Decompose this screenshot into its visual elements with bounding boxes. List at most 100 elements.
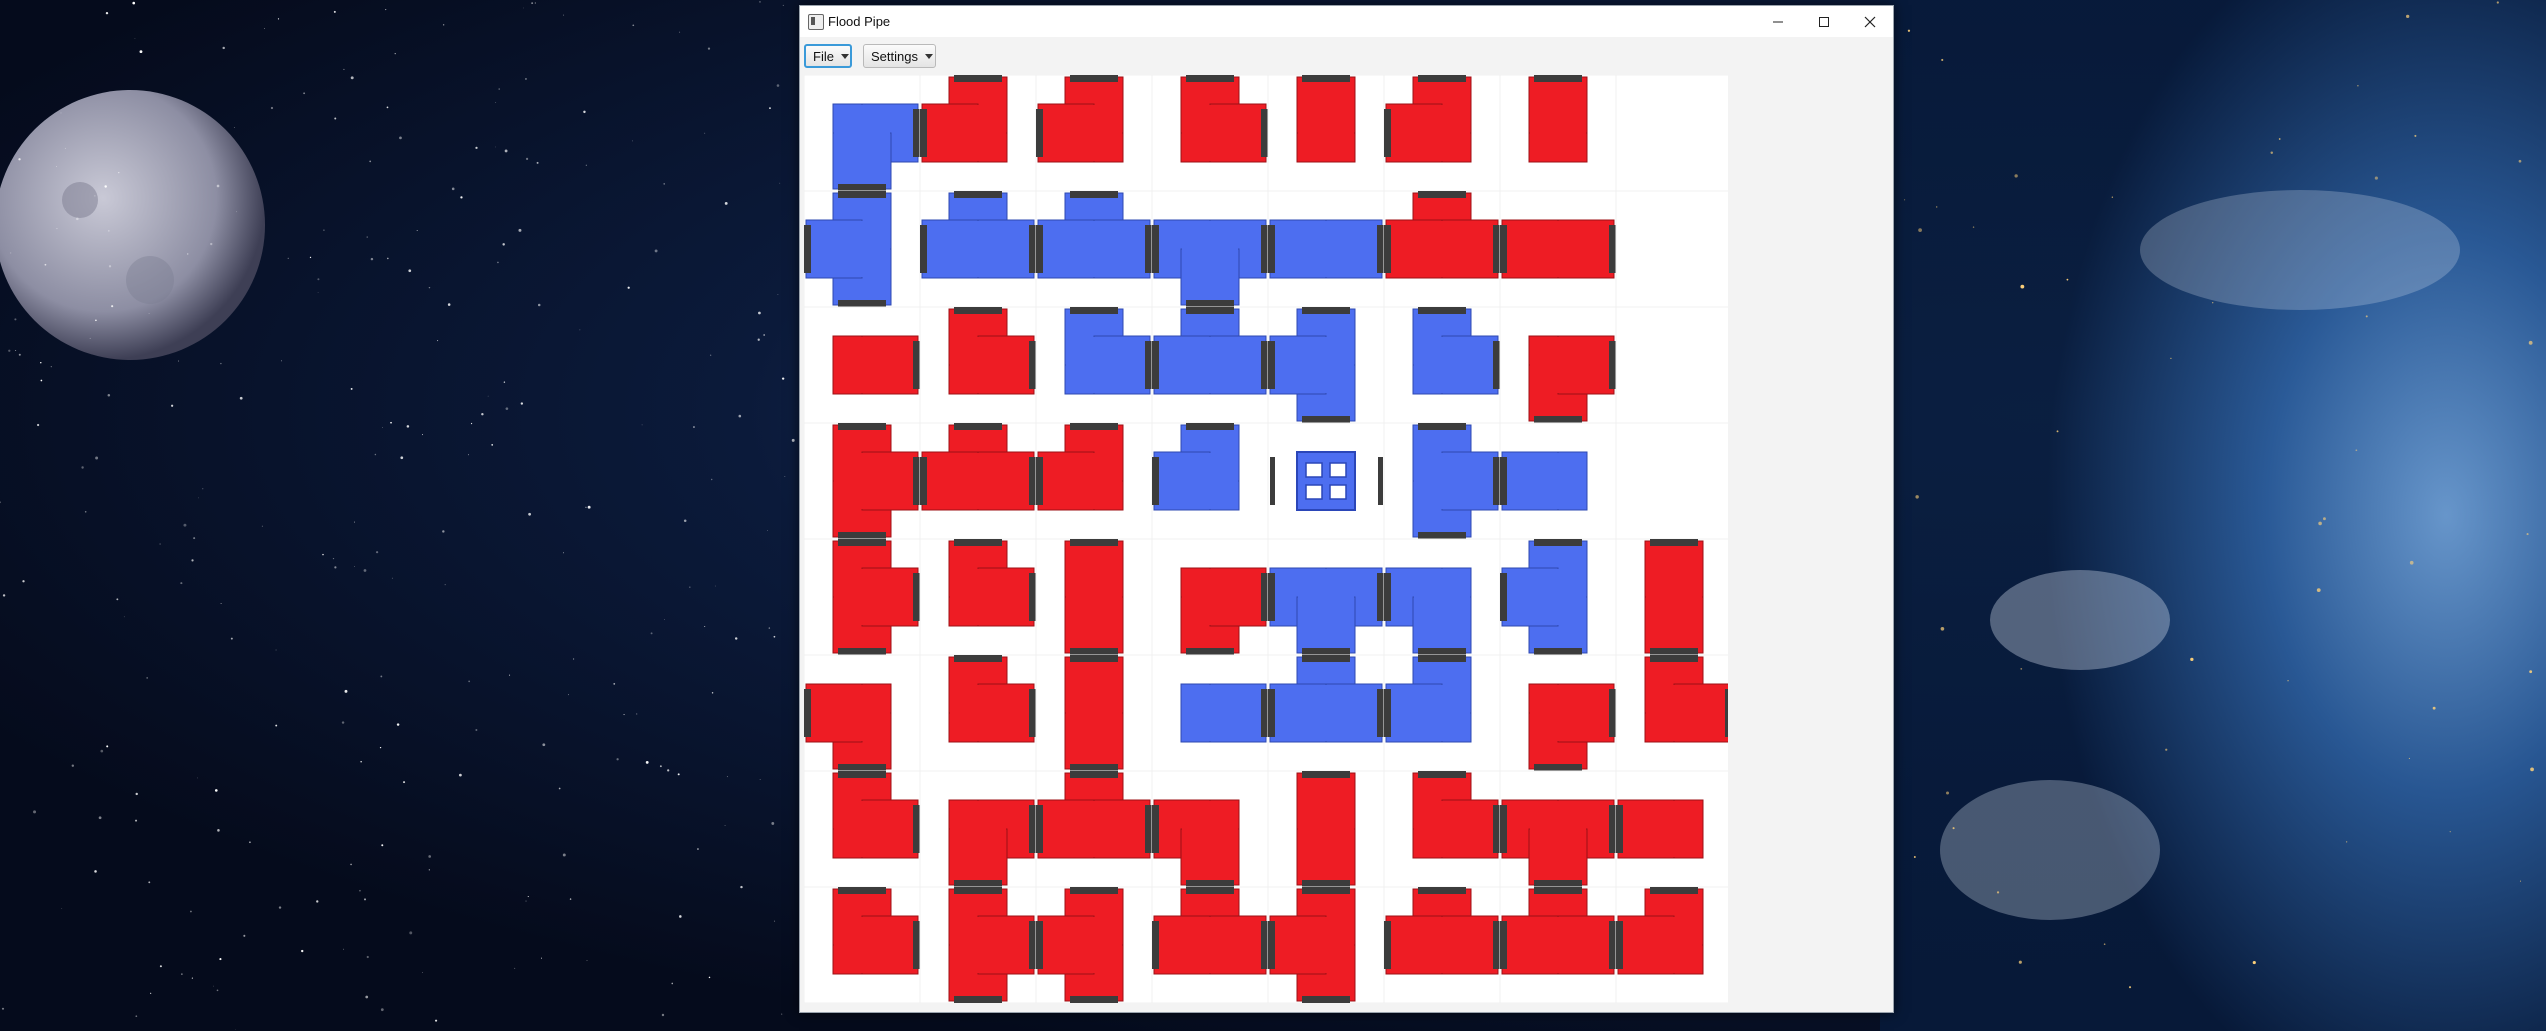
pipe-tile[interactable] [1615,654,1728,772]
menu-bar: File Settings [800,37,1893,73]
pipe-tile[interactable] [1499,886,1617,1003]
pipe-tile[interactable] [919,538,1037,656]
pipe-tile[interactable] [1035,422,1153,540]
pipe-tile[interactable] [1151,190,1269,308]
pipe-tile[interactable] [804,306,921,424]
pipe-tile[interactable] [1267,75,1385,192]
star [239,396,243,400]
star [645,760,649,764]
water-source[interactable] [1267,422,1385,540]
chevron-down-icon [840,53,849,59]
star [8,349,11,352]
pipe-tile[interactable] [1151,75,1269,192]
pipe-tile[interactable] [1035,770,1153,888]
pipe-tile[interactable] [1151,422,1269,540]
maximize-button[interactable] [1801,6,1847,37]
pipe-tile[interactable] [1499,190,1617,308]
pipe-tile[interactable] [1615,422,1728,540]
city-light [2270,151,2274,155]
pipe-tile[interactable] [1151,886,1269,1003]
pipe-tile[interactable] [1383,538,1501,656]
star [632,24,635,27]
star [148,313,150,314]
city-light [2323,517,2326,521]
star [523,7,524,9]
pipe-tile[interactable] [1383,654,1501,772]
pipe-tile[interactable] [1151,538,1269,656]
pipe-tile[interactable] [1267,190,1385,308]
pipe-tile[interactable] [1267,770,1385,888]
pipe-tile[interactable] [804,886,921,1003]
pipe-tile[interactable] [1615,770,1728,888]
star [317,292,319,293]
pipe-tile[interactable] [1383,190,1501,308]
city-light [2518,159,2522,163]
city-light [2409,560,2414,565]
settings-menu-button[interactable]: Settings [863,44,936,68]
pipe-tile[interactable] [919,75,1037,192]
star [534,2,536,4]
pipe-tile[interactable] [1035,75,1153,192]
pipe-tile[interactable] [1035,190,1153,308]
star [386,106,389,109]
pipe-tile[interactable] [1383,422,1501,540]
pipe-tile[interactable] [1499,654,1617,772]
pipe-tile[interactable] [1615,75,1728,192]
star [585,506,587,508]
file-menu-button[interactable]: File [804,44,852,68]
pipe-tile[interactable] [1151,654,1269,772]
pipe-tile[interactable] [1615,886,1728,1003]
pipe-tile[interactable] [804,422,921,540]
pipe-tile[interactable] [1499,538,1617,656]
pipe-tile[interactable] [1267,654,1385,772]
star [563,14,565,16]
pipe-tile[interactable] [1035,306,1153,424]
pipe-tile[interactable] [919,654,1037,772]
pipe-tile[interactable] [1151,770,1269,888]
pipe-tile[interactable] [1035,886,1153,1003]
pipe-tile[interactable] [804,538,921,656]
pipe-tile[interactable] [1499,422,1617,540]
pipe-tile[interactable] [1499,75,1617,192]
pipe-tile[interactable] [919,190,1037,308]
pipe-tile[interactable] [919,770,1037,888]
star [183,523,187,527]
pipe-tile[interactable] [919,306,1037,424]
star [369,160,372,163]
city-light [1907,29,1911,32]
star [287,257,289,259]
pipe-tile[interactable] [1615,190,1728,308]
pipe-tile[interactable] [1383,770,1501,888]
star [542,743,546,747]
minimize-icon [1773,21,1783,22]
pipe-tile[interactable] [1035,654,1153,772]
star [94,870,97,873]
pipe-tile[interactable] [1383,75,1501,192]
star [134,38,136,39]
pipe-tile[interactable] [1267,538,1385,656]
pipe-tile[interactable] [1615,538,1728,656]
close-button[interactable] [1847,6,1893,37]
star [708,976,711,979]
pipe-tile[interactable] [1151,306,1269,424]
pipe-tile[interactable] [1615,306,1728,424]
pipe-tile[interactable] [919,886,1037,1003]
pipe-tile[interactable] [804,190,921,308]
star [249,841,251,844]
pipe-tile[interactable] [1267,306,1385,424]
minimize-button[interactable] [1755,6,1801,37]
pipe-tile[interactable] [1383,886,1501,1003]
pipe-tile[interactable] [919,422,1037,540]
file-menu-label: File [813,48,834,64]
pipe-tile[interactable] [804,770,921,888]
pipe-tile[interactable] [1383,306,1501,424]
star [217,829,220,832]
pipe-tile[interactable] [804,75,921,192]
pipe-tile[interactable] [1035,538,1153,656]
pipe-tile[interactable] [1499,770,1617,888]
chevron-down-icon [924,53,933,59]
pipe-tile[interactable] [1267,886,1385,1003]
pipe-tile[interactable] [804,654,921,772]
pipe-tile[interactable] [1499,306,1617,424]
app-icon [808,14,824,30]
